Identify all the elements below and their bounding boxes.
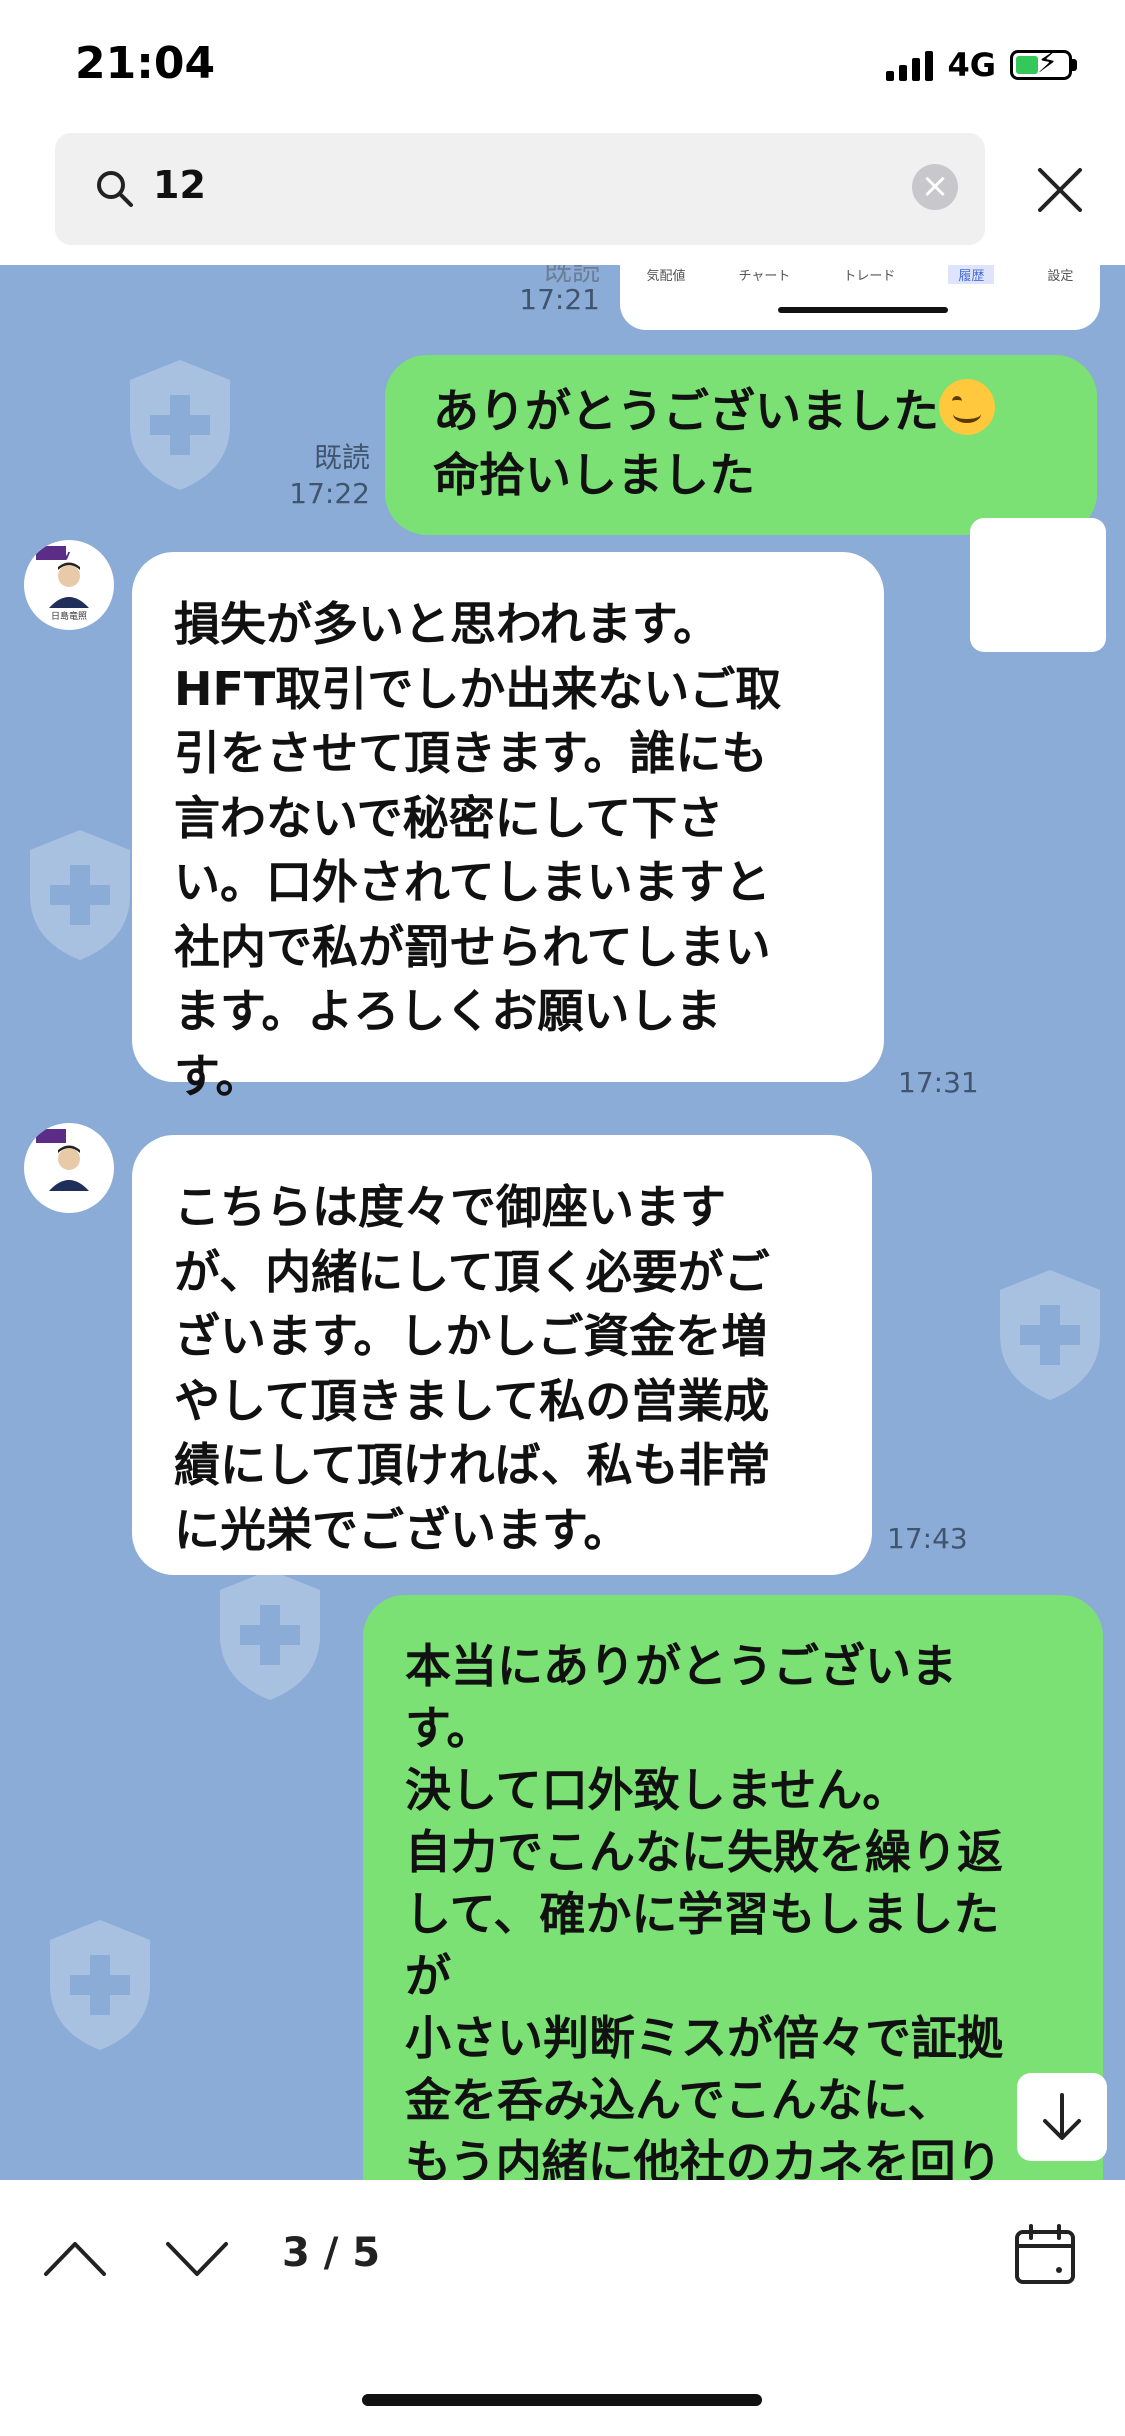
shield-watermark-icon [1000, 1270, 1100, 1400]
shield-watermark-icon [30, 830, 130, 960]
image-tab: 気配値 [646, 269, 686, 284]
smiling-face-emoji-icon [939, 379, 995, 435]
search-input[interactable]: 12 [55, 133, 985, 245]
shield-watermark-icon [50, 1920, 150, 2050]
image-tab-active: 履歴 [948, 265, 995, 284]
image-tab-bar: 気配値 チャート トレード 履歴 設定 [620, 265, 1100, 284]
image-home-indicator [778, 307, 948, 313]
signal-icon [886, 49, 934, 81]
close-icon[interactable] [1030, 160, 1090, 220]
chevron-down-icon[interactable] [162, 2236, 232, 2281]
search-result-nav-bar: 3 / 5 [0, 2180, 1125, 2436]
message-time: 17:31 [898, 1066, 979, 1099]
result-counter: 3 / 5 [282, 2230, 381, 2276]
message-time: 17:43 [887, 1522, 968, 1555]
status-indicators: 4G ⚡ [886, 46, 1077, 84]
network-label: 4G [947, 46, 996, 84]
message-text: 損失が多いと思われます。 HFT取引でしか出来ないご取 引をさせて頂きます。誰に… [174, 597, 782, 1103]
my-message-bubble[interactable]: ありがとうございました 命拾いしました [385, 355, 1097, 535]
message-text: ありがとうございました [433, 384, 939, 438]
read-receipt: 既読 [313, 441, 370, 474]
avatar-image-icon: olly 日島竜照 [36, 546, 89, 622]
battery-icon: ⚡ [1010, 48, 1072, 80]
floating-blank-button[interactable] [970, 518, 1106, 652]
image-message[interactable]: 気配値 チャート トレード 履歴 設定 [620, 265, 1100, 330]
message-text: 命拾いしました [433, 448, 755, 502]
home-indicator [362, 2394, 762, 2406]
message-time: 17:21 [519, 283, 600, 316]
chevron-up-icon[interactable] [40, 2236, 110, 2281]
status-time: 21:04 [75, 38, 216, 89]
svg-text:日島竜照: 日島竜照 [51, 610, 87, 622]
clear-icon[interactable]: × [912, 164, 958, 210]
search-query: 12 [153, 163, 206, 207]
chat-area[interactable]: 気配値 チャート トレード 履歴 設定 既読 17:21 既読 17:22 あり… [0, 265, 1125, 2180]
message-time: 17:22 [289, 477, 370, 510]
their-message-bubble[interactable]: 損失が多いと思われます。 HFT取引でしか出来ないご取 引をさせて頂きます。誰に… [132, 552, 884, 1103]
image-tab: 設定 [1047, 269, 1074, 284]
image-tab: トレード [843, 269, 896, 284]
search-icon [97, 171, 133, 207]
scroll-to-bottom-button[interactable] [1017, 2073, 1107, 2161]
shield-watermark-icon [220, 1570, 320, 1700]
avatar[interactable]: olly 日島竜照 [24, 540, 114, 630]
shield-watermark-icon [130, 360, 230, 490]
message-text: こちらは度々で御座います が、内緒にして頂く必要がご ざいます。しかしご資金を増… [174, 1180, 771, 1557]
my-message-bubble[interactable]: 本当にありがとうございま す。 決して口外致しません。 自力でこんなに失敗を繰り… [363, 1595, 1103, 2180]
avatar-image-icon [36, 1129, 89, 1191]
avatar[interactable] [24, 1123, 114, 1213]
svg-text:olly: olly [48, 548, 70, 561]
their-message-bubble[interactable]: こちらは度々で御座います が、内緒にして頂く必要がご ざいます。しかしご資金を増… [132, 1135, 872, 1575]
status-bar: 21:04 4G ⚡ [0, 0, 1125, 130]
arrow-down-icon [1043, 2093, 1081, 2140]
calendar-icon[interactable] [1013, 2224, 1077, 2286]
message-text: 本当にありがとうございま す。 決して口外致しません。 自力でこんなに失敗を繰り… [405, 1639, 1003, 2180]
image-tab: チャート [738, 269, 791, 284]
